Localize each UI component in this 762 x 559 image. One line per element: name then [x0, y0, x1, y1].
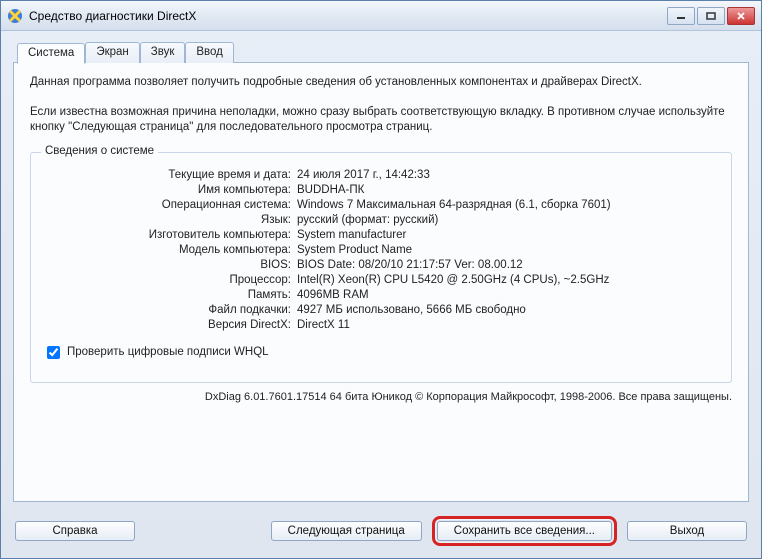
- footer-text: DxDiag 6.01.7601.17514 64 бита Юникод © …: [30, 391, 732, 403]
- window-controls: [667, 7, 755, 25]
- directx-label: Версия DirectX:: [43, 319, 297, 331]
- content-area: Система Экран Звук Ввод Данная программа…: [1, 31, 761, 510]
- tab-display[interactable]: Экран: [85, 42, 139, 63]
- tab-panel-system: Данная программа позволяет получить подр…: [13, 62, 749, 502]
- computer-label: Имя компьютера:: [43, 184, 297, 196]
- close-button[interactable]: [727, 7, 755, 25]
- intro-paragraph-1: Данная программа позволяет получить подр…: [30, 75, 732, 91]
- manufacturer-label: Изготовитель компьютера:: [43, 229, 297, 241]
- manufacturer-value: System manufacturer: [297, 229, 719, 241]
- save-button-highlight: Сохранить все сведения...: [432, 516, 617, 546]
- tab-input[interactable]: Ввод: [185, 42, 234, 63]
- help-button[interactable]: Справка: [15, 521, 135, 541]
- datetime-label: Текущие время и дата:: [43, 169, 297, 181]
- button-row: Справка Следующая страница Сохранить все…: [1, 510, 761, 558]
- bios-value: BIOS Date: 08/20/10 21:17:57 Ver: 08.00.…: [297, 259, 719, 271]
- system-info-legend: Сведения о системе: [41, 145, 158, 157]
- directx-value: DirectX 11: [297, 319, 719, 331]
- cpu-value: Intel(R) Xeon(R) CPU L5420 @ 2.50GHz (4 …: [297, 274, 719, 286]
- titlebar: Средство диагностики DirectX: [1, 1, 761, 31]
- window-title: Средство диагностики DirectX: [29, 9, 667, 23]
- whql-checkbox[interactable]: [47, 346, 60, 359]
- exit-button[interactable]: Выход: [627, 521, 747, 541]
- os-label: Операционная система:: [43, 199, 297, 211]
- datetime-value: 24 июля 2017 г., 14:42:33: [297, 169, 719, 181]
- system-info-fieldset: Сведения о системе Текущие время и дата:…: [30, 152, 732, 383]
- dxdiag-window: Средство диагностики DirectX Система Экр…: [0, 0, 762, 559]
- memory-label: Память:: [43, 289, 297, 301]
- whql-checkbox-label: Проверить цифровые подписи WHQL: [67, 346, 269, 358]
- intro-paragraph-2: Если известна возможная причина неполадк…: [30, 105, 732, 136]
- whql-checkbox-row: Проверить цифровые подписи WHQL: [43, 343, 719, 362]
- computer-value: BUDDHA-ПК: [297, 184, 719, 196]
- bios-label: BIOS:: [43, 259, 297, 271]
- system-info-grid: Текущие время и дата: 24 июля 2017 г., 1…: [43, 169, 719, 331]
- lang-value: русский (формат: русский): [297, 214, 719, 226]
- cpu-label: Процессор:: [43, 274, 297, 286]
- os-value: Windows 7 Максимальная 64-разрядная (6.1…: [297, 199, 719, 211]
- intro-block: Данная программа позволяет получить подр…: [30, 75, 732, 150]
- pagefile-value: 4927 МБ использовано, 5666 МБ свободно: [297, 304, 719, 316]
- dxdiag-icon: [7, 8, 23, 24]
- tab-system[interactable]: Система: [17, 43, 85, 64]
- save-all-info-button[interactable]: Сохранить все сведения...: [437, 521, 612, 541]
- minimize-button[interactable]: [667, 7, 695, 25]
- next-page-button[interactable]: Следующая страница: [271, 521, 422, 541]
- lang-label: Язык:: [43, 214, 297, 226]
- maximize-button[interactable]: [697, 7, 725, 25]
- memory-value: 4096MB RAM: [297, 289, 719, 301]
- model-value: System Product Name: [297, 244, 719, 256]
- model-label: Модель компьютера:: [43, 244, 297, 256]
- pagefile-label: Файл подкачки:: [43, 304, 297, 316]
- tab-row: Система Экран Звук Ввод: [17, 42, 749, 63]
- tab-sound[interactable]: Звук: [140, 42, 186, 63]
